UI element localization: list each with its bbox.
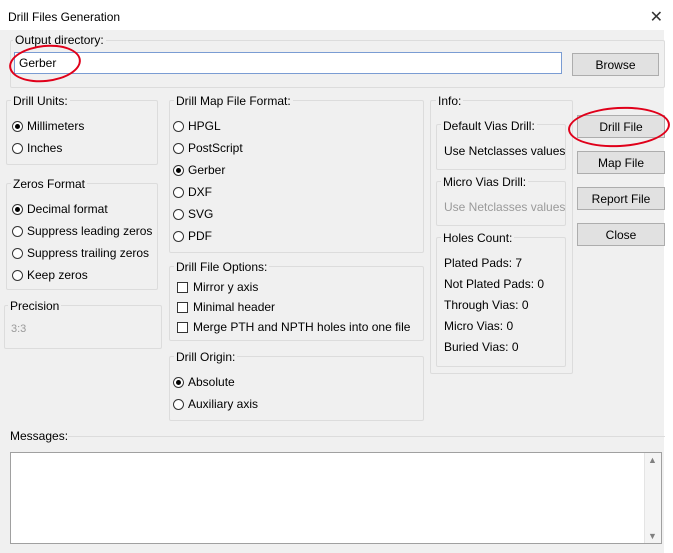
radio-label: Suppress leading zeros — [27, 224, 153, 238]
radio-dot — [12, 247, 23, 259]
radio-dot — [12, 142, 23, 154]
default-vias-value: Use Netclasses values — [444, 144, 566, 158]
background-window-edge — [664, 30, 673, 553]
title-bar: Drill Files Generation ✕ — [0, 4, 673, 30]
radio-label: Absolute — [188, 375, 235, 389]
file-options-label: Drill File Options: — [174, 260, 270, 274]
radio-label: Inches — [27, 141, 63, 155]
messages-label: Messages: — [10, 429, 69, 443]
checkbox-box — [177, 301, 188, 313]
radio-hpgl[interactable]: HPGL — [173, 119, 221, 133]
precision-label: Precision — [8, 299, 62, 313]
radio-label: SVG — [188, 207, 214, 221]
holes-count-label: Holes Count: — [441, 231, 515, 245]
radio-inches[interactable]: Inches — [12, 141, 62, 155]
close-window-icon[interactable]: ✕ — [650, 7, 663, 27]
drill-file-button[interactable]: Drill File — [577, 115, 665, 138]
close-button[interactable]: Close — [577, 223, 665, 246]
radio-dot — [12, 203, 23, 215]
radio-absolute[interactable]: Absolute — [173, 375, 235, 389]
checkbox-box — [177, 321, 188, 333]
micro-vias-label: Micro Vias Drill: — [441, 175, 529, 189]
radio-gerber[interactable]: Gerber — [173, 163, 225, 177]
map-file-button[interactable]: Map File — [577, 151, 665, 174]
scroll-up-icon[interactable]: ▲ — [648, 455, 657, 465]
radio-label: Keep zeros — [27, 268, 88, 282]
radio-dot — [173, 208, 184, 220]
report-file-button[interactable]: Report File — [577, 187, 665, 210]
checkbox-box — [177, 281, 188, 293]
messages-divider — [68, 436, 665, 437]
radio-postscript[interactable]: PostScript — [173, 141, 243, 155]
radio-svg[interactable]: SVG — [173, 207, 213, 221]
checkbox-mirror-y-axis[interactable]: Mirror y axis — [177, 280, 258, 294]
radio-keep-zeros[interactable]: Keep zeros — [12, 268, 88, 282]
output-directory-input[interactable] — [14, 52, 562, 74]
drill-units-label: Drill Units: — [11, 94, 70, 108]
output-directory-label: Output directory: — [13, 33, 106, 47]
radio-dot — [173, 230, 184, 242]
plated-pads-count: Plated Pads: 7 — [444, 256, 523, 270]
scroll-down-icon[interactable]: ▼ — [648, 531, 657, 541]
radio-dot — [173, 164, 184, 176]
zeros-format-label: Zeros Format — [11, 177, 88, 191]
precision-value: 3:3 — [11, 323, 27, 335]
window-title: Drill Files Generation — [8, 10, 121, 24]
radio-dxf[interactable]: DXF — [173, 185, 212, 199]
checkbox-label: Minimal header — [193, 300, 276, 314]
radio-dot — [173, 398, 184, 410]
messages-textarea[interactable]: ▲ ▼ — [10, 452, 662, 544]
info-label: Info: — [436, 94, 464, 108]
radio-millimeters[interactable]: Millimeters — [12, 119, 84, 133]
drill-origin-label: Drill Origin: — [174, 350, 238, 364]
radio-pdf[interactable]: PDF — [173, 229, 212, 243]
not-plated-pads-count: Not Plated Pads: 0 — [444, 277, 545, 291]
micro-vias-value: Use Netclasses values — [444, 200, 566, 214]
radio-dot — [12, 269, 23, 281]
buried-vias-count: Buried Vias: 0 — [444, 340, 519, 354]
checkbox-merge-pth-npth[interactable]: Merge PTH and NPTH holes into one file — [177, 320, 410, 334]
radio-dot — [173, 120, 184, 132]
checkbox-label: Merge PTH and NPTH holes into one file — [193, 320, 411, 334]
radio-suppress-leading-zeros[interactable]: Suppress leading zeros — [12, 224, 152, 238]
radio-decimal-format[interactable]: Decimal format — [12, 202, 108, 216]
radio-label: PostScript — [188, 141, 243, 155]
radio-label: Decimal format — [27, 202, 108, 216]
radio-dot — [173, 142, 184, 154]
checkbox-minimal-header[interactable]: Minimal header — [177, 300, 275, 314]
through-vias-count: Through Vias: 0 — [444, 298, 529, 312]
radio-label: Millimeters — [27, 119, 85, 133]
radio-label: HPGL — [188, 119, 221, 133]
radio-dot — [12, 120, 23, 132]
micro-vias-count: Micro Vias: 0 — [444, 319, 514, 333]
radio-suppress-trailing-zeros[interactable]: Suppress trailing zeros — [12, 246, 149, 260]
radio-dot — [173, 376, 184, 388]
radio-label: Auxiliary axis — [188, 397, 259, 411]
radio-label: DXF — [188, 185, 212, 199]
radio-dot — [173, 186, 184, 198]
radio-label: Suppress trailing zeros — [27, 246, 150, 260]
checkbox-label: Mirror y axis — [193, 280, 259, 294]
browse-button[interactable]: Browse — [572, 53, 659, 76]
map-format-label: Drill Map File Format: — [174, 94, 293, 108]
radio-label: Gerber — [188, 163, 226, 177]
messages-scrollbar[interactable]: ▲ ▼ — [644, 453, 661, 543]
radio-auxiliary-axis[interactable]: Auxiliary axis — [173, 397, 258, 411]
radio-label: PDF — [188, 229, 212, 243]
radio-dot — [12, 225, 23, 237]
default-vias-label: Default Vias Drill: — [441, 119, 537, 133]
